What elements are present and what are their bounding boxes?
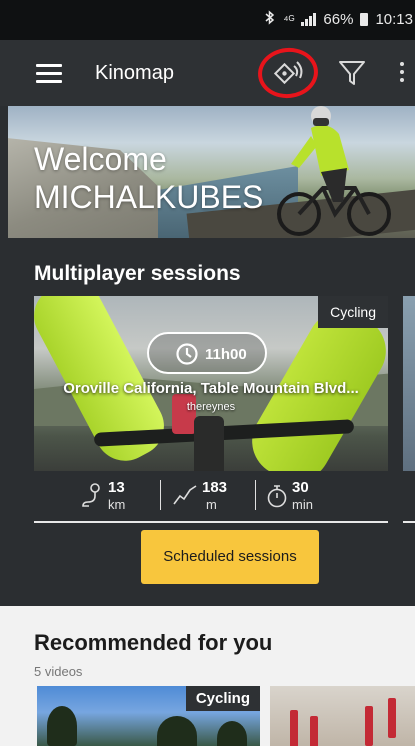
live-session-button[interactable] [255,45,321,101]
video-thumbnail[interactable] [270,686,415,746]
duration-value: 30 [292,479,309,496]
video-count: 5 videos [34,664,83,679]
sport-tag: Cycling [318,296,388,328]
session-stats: 13 km 183 m 30 min [34,478,388,514]
cyclist-image [277,106,391,236]
duration-stat: 30 min [266,478,366,514]
status-bar: ⁴ᴳ 66% 10:13 [0,0,415,40]
video-thumbnail[interactable]: Cycling [37,686,260,746]
more-vert-icon[interactable] [393,58,415,88]
start-time: 11h00 [205,346,247,363]
section-title-multiplayer: Multiplayer sessions [34,262,241,285]
network-type-indicator: ⁴ᴳ [283,12,295,27]
app-title: Kinomap [95,62,174,84]
welcome-banner: Welcome MICHALKUBES [8,106,415,238]
section-title-recommended: Recommended for you [34,630,273,655]
elevation-stat: 183 m [172,478,262,514]
live-session-icon [273,61,303,85]
duration-unit: min [292,497,313,512]
battery-icon [360,13,369,26]
clock-icon [176,343,198,365]
welcome-line: Welcome [34,141,167,177]
route-author: thereynes [186,401,236,413]
route-title: Oroville California, Table Mountain Blvd… [63,380,359,397]
battery-percent: 66% [323,11,354,28]
username: MICHALKUBES [34,179,264,215]
elevation-icon [173,485,197,505]
top-app-bar: Kinomap [0,40,415,106]
stopwatch-icon [267,485,287,508]
welcome-text: Welcome MICHALKUBES [34,140,263,216]
distance-value: 13 [108,479,125,496]
filter-icon[interactable] [337,58,367,88]
start-time-pill: 11h00 [147,332,267,374]
sport-tag: Cycling [185,686,260,711]
stats-divider-line [34,521,388,523]
clock-time: 10:13 [375,11,413,28]
distance-stat: 13 km [80,478,160,514]
distance-icon [82,483,100,507]
stat-divider [160,480,161,510]
elevation-unit: m [206,497,217,512]
stat-divider [255,480,256,510]
signal-icon [301,13,317,26]
bluetooth-icon [264,10,276,29]
elevation-value: 183 [202,479,228,496]
session-card[interactable]: Cycling 11h00 Oroville California, Table… [34,296,388,471]
recommended-section: Recommended for you 5 videos Cycling [0,606,415,746]
next-card-peek[interactable] [403,296,415,471]
peek-divider-line [403,521,415,523]
distance-unit: km [108,497,126,512]
menu-icon[interactable] [36,64,62,84]
scheduled-sessions-button[interactable]: Scheduled sessions [141,530,319,584]
